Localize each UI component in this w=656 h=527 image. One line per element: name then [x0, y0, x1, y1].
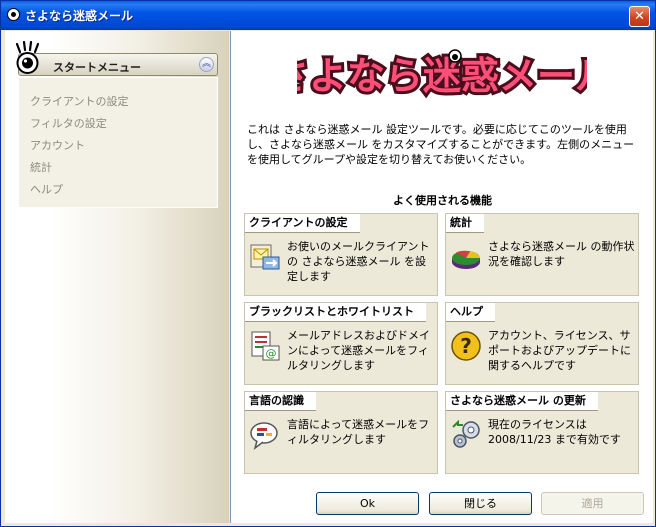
card-title[interactable]: 統計	[446, 214, 491, 233]
card-statistics[interactable]: 統計 さよなら迷惑メール の動作状況を確認します	[445, 213, 639, 296]
card-description: メールアドレスおよびドメインによって迷惑メールをフィルタリングします	[287, 329, 430, 372]
address-list-icon: @	[251, 331, 280, 361]
sidebar-item-statistics[interactable]: 統計	[30, 159, 52, 175]
ok-button[interactable]: Ok	[316, 492, 419, 515]
window-title: さよなら迷惑メール	[25, 9, 134, 23]
sidebar: スタートメニュー ︽ クライアントの設定 フィルタの設定 アカウント 統計 ヘル…	[5, 31, 229, 523]
card-update[interactable]: さよなら迷惑メール の更新 現在のライセンスは 2008/11/23 まで有効で…	[445, 391, 639, 474]
frequent-features-heading: よく使用される機能	[393, 194, 492, 207]
start-menu-title: スタートメニュー	[53, 61, 141, 74]
mail-client-icon	[250, 244, 280, 270]
card-description: 言語によって迷惑メールをフィルタリングします	[287, 418, 430, 446]
card-language-recognition[interactable]: 言語の認識 言語によって迷惑メールをフィルタリングします	[244, 391, 438, 474]
collapse-chevron-icon[interactable]: ︽	[199, 57, 214, 72]
card-title[interactable]: 言語の認識	[245, 392, 323, 411]
svg-text:@: @	[266, 347, 277, 360]
card-title[interactable]: ブラックリストとホワイトリスト	[245, 303, 433, 322]
sidebar-item-account[interactable]: アカウント	[30, 137, 85, 153]
app-eye-icon	[7, 8, 20, 21]
card-description: アカウント、ライセンス、サポートおよびアップデートに関するヘルプです	[488, 329, 631, 372]
card-help[interactable]: ヘルプ ? アカウント、ライセンス、サポートおよびアップデートに関するヘルプです	[445, 302, 639, 385]
close-window-button[interactable]: ✕	[629, 6, 650, 27]
logo-text: さよなら迷惑メール	[297, 54, 587, 98]
apply-button[interactable]: 適用	[541, 492, 644, 515]
sidebar-item-help[interactable]: ヘルプ	[30, 181, 63, 197]
card-client-settings[interactable]: クライアントの設定 お使いのメールクライアントの さよなら迷惑メール を設定しま…	[244, 213, 438, 296]
help-icon: ?	[451, 331, 481, 361]
pie-chart-icon	[452, 250, 480, 269]
card-description: さよなら迷惑メール の動作状況を確認します	[488, 240, 635, 268]
card-title[interactable]: さよなら迷惑メール の更新	[446, 392, 605, 411]
eye-icon	[15, 41, 40, 74]
title-bar[interactable]: さよなら迷惑メール ✕	[1, 1, 655, 30]
card-title[interactable]: クライアントの設定	[245, 214, 367, 233]
card-blacklist-whitelist[interactable]: ブラックリストとホワイトリスト @ メールアドレスおよびドメインによって迷惑メー…	[244, 302, 438, 385]
main-panel: さよなら迷惑メール これは さよなら迷惑メール 設定ツールです。必要に応じてこの…	[230, 31, 653, 523]
card-title[interactable]: ヘルプ	[446, 303, 502, 322]
intro-text: これは さよなら迷惑メール 設定ツールです。必要に応じてこのツールを使用し、さよ…	[247, 123, 635, 166]
app-logo: さよなら迷惑メール	[297, 49, 587, 101]
sidebar-item-client-settings[interactable]: クライアントの設定	[30, 93, 129, 109]
start-menu-header[interactable]: スタートメニュー ︽	[15, 41, 218, 76]
language-icon	[250, 422, 278, 450]
svg-text:?: ?	[460, 334, 472, 358]
sidebar-item-filter-settings[interactable]: フィルタの設定	[30, 115, 107, 131]
app-window: さよなら迷惑メール ✕ スタートメニュー ︽ クライアントの設定 フィルタの設定	[0, 0, 656, 527]
card-description: お使いのメールクライアントの さよなら迷惑メール を設定します	[287, 240, 430, 283]
card-description: 現在のライセンスは 2008/11/23 まで有効です	[488, 418, 621, 446]
close-button[interactable]: 閉じる	[429, 492, 532, 515]
start-menu-list: クライアントの設定 フィルタの設定 アカウント 統計 ヘルプ	[18, 77, 218, 208]
update-icon	[452, 419, 480, 448]
